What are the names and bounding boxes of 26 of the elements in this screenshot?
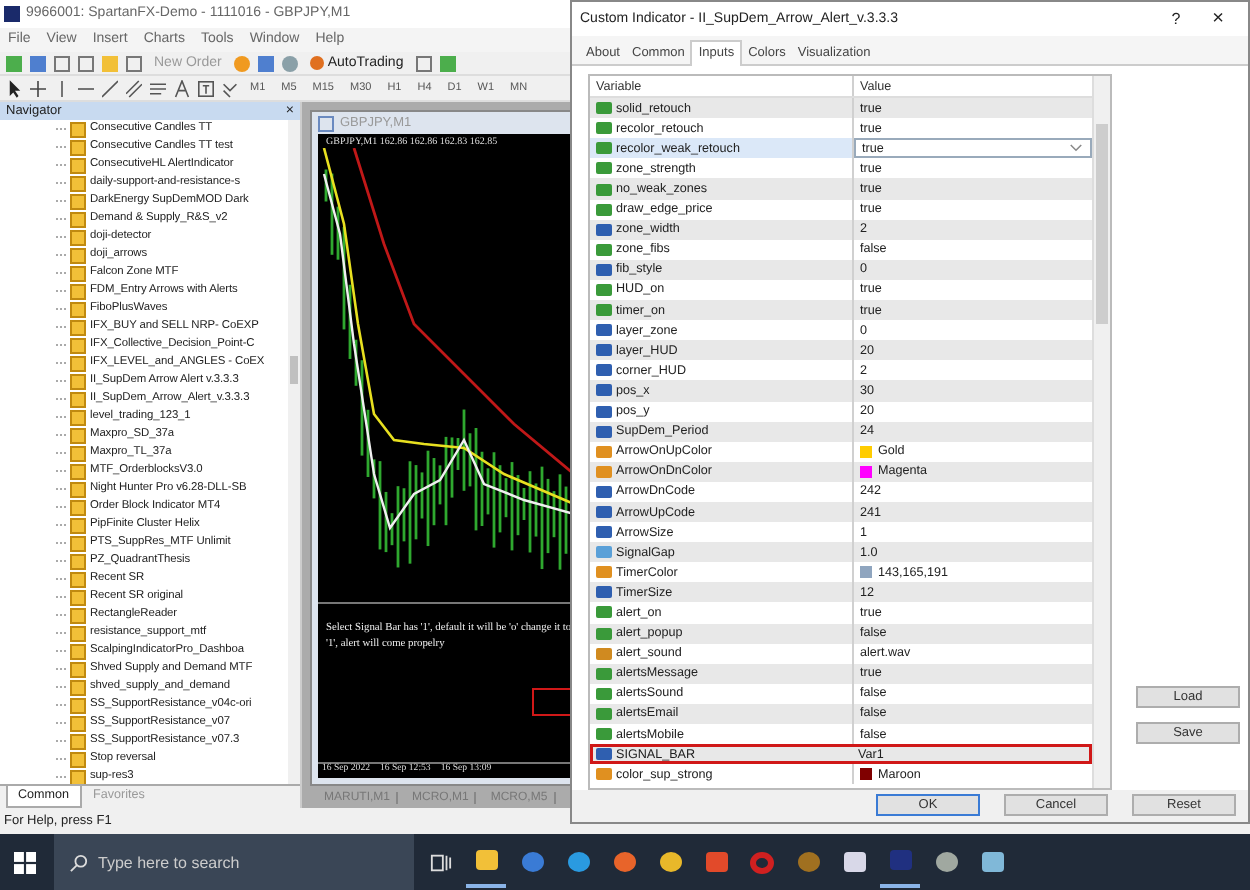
close-button[interactable]: × [1196,8,1240,30]
number-type-icon [596,223,612,236]
chevron-down-icon[interactable] [1070,144,1082,153]
search-icon [70,853,88,872]
text-icon[interactable] [174,80,190,97]
lines-icon[interactable] [150,80,166,97]
search-field[interactable]: Type here to search [98,853,398,872]
text-type-icon [596,647,612,660]
number-type-icon [596,586,612,599]
help-button[interactable]: ? [1156,10,1196,28]
cursor-icon[interactable] [6,80,22,97]
label-icon[interactable] [198,80,214,97]
scrollbar[interactable] [288,120,300,785]
trendline-icon[interactable] [102,80,118,97]
decimal-type-icon [596,546,612,559]
channel-icon[interactable] [126,80,142,97]
arrows-icon[interactable] [222,80,238,97]
app-logo-icon [4,5,20,22]
number-type-icon [596,263,612,276]
palette-icon [596,768,612,781]
bool-type-icon [596,243,612,256]
chart-window-icon [318,115,334,132]
scrollbar[interactable] [1092,76,1110,788]
search-bar[interactable]: Type here to search [54,834,414,890]
number-type-icon [596,748,612,761]
palette-icon [596,566,612,579]
